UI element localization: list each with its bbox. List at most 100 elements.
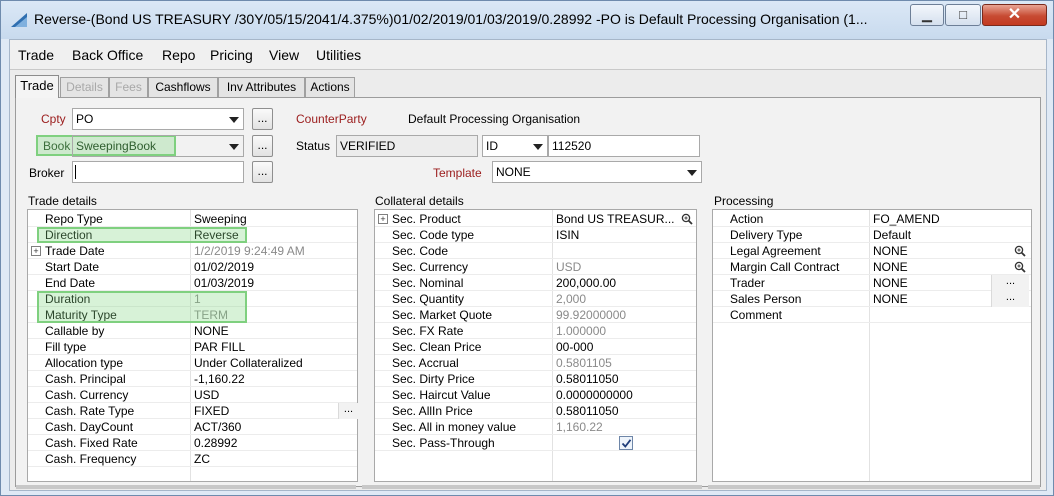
cpty-lookup-button[interactable]: ... <box>252 108 273 130</box>
pass-through-checkbox[interactable] <box>619 436 633 450</box>
grid-row[interactable]: Sec. Code type ISIN <box>375 227 696 243</box>
broker-lookup-button[interactable]: ... <box>252 161 273 183</box>
grid-row[interactable]: Callable by NONE <box>28 323 357 339</box>
book-value: SweepingBook <box>76 139 157 153</box>
menu-view[interactable]: View <box>269 47 299 63</box>
grid-row[interactable]: Sec. Nominal 200,000.00 <box>375 275 696 291</box>
row-value: -1,160.22 <box>194 372 245 386</box>
row-value: 1,160.22 <box>556 420 603 434</box>
processing-grid: Action FO_AMEND Delivery Type Default Legal … <box>712 209 1032 482</box>
grid-row[interactable]: Sec. Clean Price 00-000 <box>375 339 696 355</box>
grid-row[interactable]: Trader NONE... <box>713 275 1031 291</box>
cpty-select[interactable]: PO <box>72 108 244 130</box>
grid-row[interactable]: Sales Person NONE... <box>713 291 1031 307</box>
grid-row[interactable]: Cash. DayCount ACT/360 <box>28 419 357 435</box>
splitter-right[interactable] <box>708 485 1040 489</box>
grid-row[interactable]: Sec. Quantity 2,000 <box>375 291 696 307</box>
grid-row[interactable]: Sec. Code <box>375 243 696 259</box>
magnifier-icon[interactable] <box>681 213 693 225</box>
grid-row[interactable]: Sec. Pass-Through <box>375 435 696 451</box>
id-type-select[interactable]: ID <box>482 135 548 157</box>
grid-row[interactable]: Sec. AllIn Price 0.58011050 <box>375 403 696 419</box>
splitter-left[interactable] <box>16 485 356 489</box>
grid-row[interactable]: Sec. Product Bond US TREASUR... + <box>375 211 696 227</box>
row-key: Sec. Quantity <box>392 292 465 306</box>
menu-utilities[interactable]: Utilities <box>316 47 361 63</box>
grid-row[interactable]: Cash. Rate Type FIXED... <box>28 403 358 419</box>
grid-row[interactable]: Comment <box>713 307 1031 323</box>
title-bar[interactable]: Reverse-(Bond US TREASURY /30Y/05/15/204… <box>1 1 1053 39</box>
grid-row[interactable]: Sec. FX Rate 1.000000 <box>375 323 696 339</box>
expand-plus-icon[interactable]: + <box>378 214 388 224</box>
row-key: Sec. Code type <box>392 228 475 242</box>
grid-row[interactable]: Margin Call Contract NONE <box>713 259 1031 275</box>
menu-back-office[interactable]: Back Office <box>72 47 143 63</box>
highlight-box <box>37 291 247 323</box>
tab-trade[interactable]: Trade <box>15 75 59 98</box>
grid-row[interactable]: Cash. Frequency ZC <box>28 451 357 467</box>
grid-row[interactable]: Action FO_AMEND <box>713 211 1031 227</box>
menu-repo[interactable]: Repo <box>162 47 195 63</box>
broker-label: Broker <box>29 166 65 180</box>
template-select[interactable]: NONE <box>492 161 702 183</box>
menu-bar: Trade Back Office Repo Pricing View Util… <box>10 40 1046 70</box>
grid-row[interactable]: Legal Agreement NONE <box>713 243 1031 259</box>
row-lookup-button[interactable]: ... <box>338 403 358 419</box>
window-title: Reverse-(Bond US TREASURY /30Y/05/15/204… <box>34 11 868 27</box>
tab-inv-attributes[interactable]: Inv Attributes <box>218 77 305 97</box>
processing-title: Processing <box>714 194 774 208</box>
row-value: FO_AMEND <box>873 212 940 226</box>
tab-fees[interactable]: Fees <box>109 77 148 97</box>
grid-row[interactable]: Sec. Haircut Value 0.0000000000 <box>375 387 696 403</box>
book-select[interactable]: SweepingBook <box>72 135 244 157</box>
collateral-details-grid: Sec. Product Bond US TREASUR... + Sec. Code… <box>374 209 697 482</box>
grid-row[interactable]: Start Date 01/02/2019 <box>28 259 357 275</box>
grid-row[interactable]: Cash. Fixed Rate 0.28992 <box>28 435 357 451</box>
grid-row[interactable]: End Date 01/03/2019 <box>28 275 357 291</box>
row-value: 0.28992 <box>194 436 238 450</box>
grid-row[interactable]: Repo Type Sweeping <box>28 211 357 227</box>
tab-details[interactable]: Details <box>60 77 109 97</box>
tab-actions[interactable]: Actions <box>305 77 355 97</box>
row-value: ISIN <box>556 228 580 242</box>
row-value: 00-000 <box>556 340 594 354</box>
grid-row[interactable]: Sec. Accrual 0.5801105 <box>375 355 696 371</box>
grid-row[interactable]: Sec. All in money value 1,160.22 <box>375 419 696 435</box>
magnifier-icon[interactable] <box>1014 245 1026 257</box>
grid-row[interactable]: Trade Date 1/2/2019 9:24:49 AM + <box>28 243 357 259</box>
book-lookup-button[interactable]: ... <box>252 135 273 157</box>
row-lookup-button[interactable]: ... <box>991 291 1029 307</box>
id-field[interactable]: 112520 <box>548 135 700 157</box>
tab-cashflows[interactable]: Cashflows <box>148 77 218 97</box>
expand-plus-icon[interactable]: + <box>31 246 41 256</box>
chevron-down-icon <box>229 144 239 150</box>
row-value: PAR FILL <box>194 340 246 354</box>
broker-input[interactable] <box>72 161 244 183</box>
row-key: Trader <box>730 276 765 290</box>
magnifier-icon[interactable] <box>1014 261 1026 273</box>
minimize-button[interactable]: ▁ <box>910 4 944 26</box>
grid-row[interactable]: Cash. Principal -1,160.22 <box>28 371 357 387</box>
menu-pricing[interactable]: Pricing <box>210 47 253 63</box>
collateral-details-title: Collateral details <box>375 194 464 208</box>
row-divider <box>28 466 357 467</box>
menu-trade[interactable]: Trade <box>18 47 54 63</box>
splitter-middle[interactable] <box>362 485 702 489</box>
grid-row[interactable]: Cash. Currency USD <box>28 387 357 403</box>
maximize-button[interactable]: □ <box>945 4 981 26</box>
row-value: NONE <box>873 244 908 258</box>
grid-row[interactable]: Delivery Type Default <box>713 227 1031 243</box>
row-value: 1/2/2019 9:24:49 AM <box>194 244 305 258</box>
grid-row[interactable]: Allocation type Under Collateralized <box>28 355 357 371</box>
grid-row[interactable]: Sec. Currency USD <box>375 259 696 275</box>
close-button[interactable]: ✕ <box>982 4 1047 26</box>
grid-row[interactable]: Sec. Market Quote 99.92000000 <box>375 307 696 323</box>
row-key: Sec. Accrual <box>392 356 459 370</box>
row-key: Sec. Dirty Price <box>392 372 475 386</box>
row-key: Sec. Market Quote <box>392 308 493 322</box>
grid-row[interactable]: Sec. Dirty Price 0.58011050 <box>375 371 696 387</box>
row-lookup-button[interactable]: ... <box>991 275 1029 291</box>
row-value: NONE <box>873 292 908 306</box>
grid-row[interactable]: Fill type PAR FILL <box>28 339 357 355</box>
row-value: 0.0000000000 <box>556 388 633 402</box>
